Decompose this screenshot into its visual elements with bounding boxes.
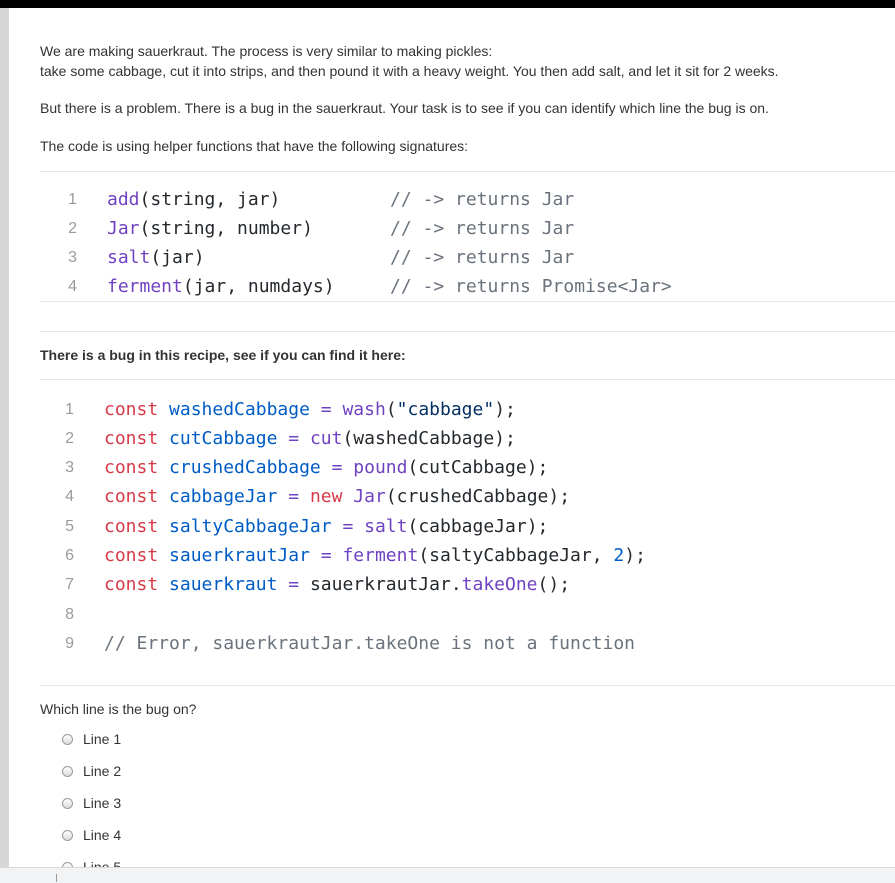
function-args: (jar): [150, 247, 205, 268]
line-number: 1: [65, 401, 74, 418]
option-line-2[interactable]: Line 2: [62, 762, 121, 780]
question-text: Which line is the bug on?: [40, 701, 197, 717]
operator: =: [331, 457, 343, 478]
helpers-intro: The code is using helper functions that …: [40, 138, 469, 154]
operator: =: [288, 428, 300, 449]
code-comment: // -> returns Jar: [390, 247, 575, 268]
variable: washedCabbage: [169, 399, 310, 420]
function-name: pound: [353, 457, 408, 478]
option-label: Line 4: [83, 827, 122, 843]
line-number: 2: [68, 220, 77, 237]
line-number: 6: [65, 547, 74, 564]
variable: saltyCabbageJar: [169, 516, 332, 537]
option-label: Line 3: [83, 795, 122, 811]
line-number: 3: [65, 459, 74, 476]
number-literal: 2: [613, 545, 625, 566]
divider: [40, 301, 895, 302]
radio-button[interactable]: [62, 765, 73, 777]
keyword: const: [104, 428, 159, 449]
function-name: Jar: [107, 218, 140, 239]
line-number: 9: [65, 635, 74, 652]
operator: =: [288, 574, 300, 595]
radio-button[interactable]: [62, 829, 73, 841]
line-number: 4: [68, 278, 77, 295]
keyword: const: [104, 545, 159, 566]
line-number: 2: [65, 430, 74, 447]
divider: [40, 685, 895, 686]
function-name: add: [107, 189, 140, 210]
radio-button[interactable]: [62, 797, 73, 809]
code-comment: // -> returns Jar: [390, 218, 575, 239]
function-args: (string, number): [139, 218, 313, 239]
bug-heading: There is a bug in this recipe, see if yo…: [40, 347, 406, 363]
function-name: Jar: [353, 486, 386, 507]
function-name: ferment: [107, 276, 183, 297]
line-number: 5: [65, 518, 74, 535]
keyword: new: [309, 486, 343, 507]
keyword: const: [104, 574, 159, 595]
intro-line-1: We are making sauerkraut. The process is…: [40, 43, 493, 59]
keyword: const: [104, 399, 159, 420]
radio-button[interactable]: [62, 733, 73, 745]
variable: cutCabbage: [169, 428, 278, 449]
operator: =: [320, 399, 332, 420]
keyword: const: [104, 516, 159, 537]
line-number: 7: [65, 576, 74, 593]
keyword: const: [104, 457, 159, 478]
line-number: 3: [68, 249, 77, 266]
function-args: (string, jar): [139, 189, 281, 210]
function-name: cut: [309, 428, 343, 449]
problem-text: But there is a problem. There is a bug i…: [40, 100, 769, 116]
divider: [40, 331, 895, 332]
line-number: 4: [65, 488, 74, 505]
function-name: ferment: [342, 545, 419, 566]
function-args: (jar, numdays): [182, 276, 335, 297]
bottom-status-bar: [0, 867, 895, 883]
function-name: salt: [364, 516, 408, 537]
top-bar: [0, 0, 895, 8]
operator: =: [320, 545, 332, 566]
option-label: Line 1: [83, 731, 122, 747]
option-line-3[interactable]: Line 3: [62, 794, 121, 812]
option-line-1[interactable]: Line 1: [62, 730, 121, 748]
option-label: Line 2: [83, 763, 122, 779]
option-line-4[interactable]: Line 4: [62, 826, 121, 844]
code-comment: // -> returns Promise<Jar>: [390, 276, 672, 297]
variable: crushedCabbage: [169, 457, 321, 478]
variable: cabbageJar: [169, 486, 278, 507]
function-name: takeOne: [461, 574, 538, 595]
line-number: 1: [68, 191, 77, 208]
string-literal: "cabbage": [396, 399, 495, 420]
operator: =: [288, 486, 300, 507]
keyword: const: [104, 486, 159, 507]
divider: [40, 379, 895, 380]
code-comment: // -> returns Jar: [390, 189, 575, 210]
line-number: 8: [65, 606, 74, 623]
intro-line-2: take some cabbage, cut it into strips, a…: [40, 63, 779, 79]
divider: [56, 874, 57, 882]
variable: sauerkraut: [169, 574, 278, 595]
function-name: salt: [107, 247, 151, 268]
code-comment: // Error, sauerkrautJar.takeOne is not a…: [104, 633, 636, 654]
left-rail: [0, 8, 9, 882]
operator: =: [342, 516, 354, 537]
variable: sauerkrautJar: [169, 545, 310, 566]
divider: [40, 171, 895, 172]
function-name: wash: [342, 399, 386, 420]
